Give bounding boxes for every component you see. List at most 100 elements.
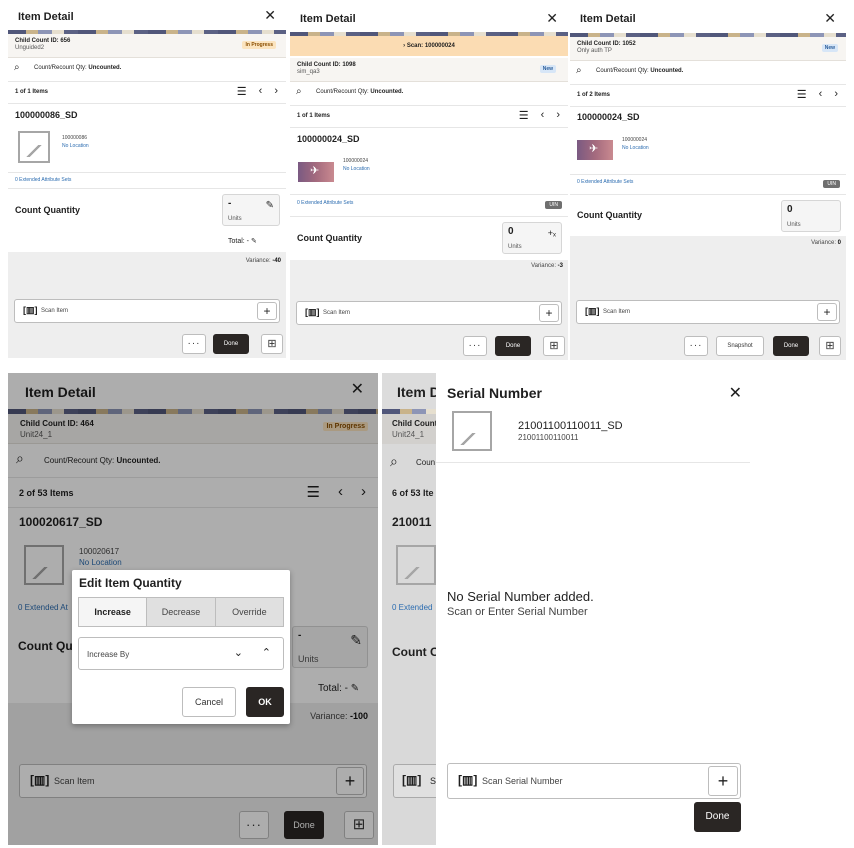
divider [290, 194, 568, 195]
add-button[interactable]: + [708, 766, 738, 796]
decrease-tab[interactable]: Decrease [146, 598, 215, 626]
search-icon: ⌕ [576, 65, 582, 76]
increment-icon[interactable]: +ₓ [548, 228, 556, 238]
item-name: 210011 [392, 515, 432, 529]
chevron-down-icon[interactable]: ⌄ [234, 646, 243, 659]
chevron-up-icon[interactable]: ⌃ [262, 646, 271, 659]
uin-tag: UIN [545, 201, 562, 209]
pencil-icon[interactable]: ✎ [251, 238, 257, 245]
list-icon[interactable]: ☰ [237, 85, 247, 98]
count-quantity-label: Count Quantity [297, 233, 362, 243]
panel-header: Item Detail ✕ [290, 4, 568, 30]
override-tab[interactable]: Override [214, 598, 283, 626]
close-icon[interactable]: ✕ [546, 11, 558, 25]
item-name: 100000024_SD [297, 134, 360, 144]
more-button[interactable]: ··· [182, 334, 206, 354]
item-name: 100000024_SD [577, 112, 640, 122]
done-button[interactable]: Done [694, 802, 741, 832]
divider [570, 194, 846, 195]
empty-state-subtitle: Scan or Enter Serial Number [447, 606, 588, 618]
child-count-band: Child Count ID: 656 Unguided2 In Progres… [8, 34, 286, 58]
status-badge: In Progress [242, 41, 276, 49]
items-count: 1 of 1 Items [297, 113, 331, 119]
scan-banner: › Scan: 100000024 [290, 36, 568, 56]
pencil-icon[interactable]: ✎ [266, 200, 274, 211]
quantity-field[interactable]: 0 Units [781, 200, 841, 232]
divider [436, 462, 750, 463]
chevron-right-icon[interactable]: › [556, 109, 560, 122]
variance-text: Variance: 0 [811, 240, 841, 246]
extended-attribute-link: 0 Extended [392, 603, 433, 612]
done-button[interactable]: Done [213, 334, 249, 354]
search-icon: ⌕ [14, 62, 20, 73]
child-count-name: Unit24_1 [392, 430, 425, 439]
quantity-value: 0 [787, 204, 793, 215]
item-location: No Location [622, 145, 649, 151]
serial-item-id: 21001100110011 [518, 433, 579, 442]
barcode-icon: [▥] [305, 307, 320, 317]
child-count-id: Child Count ID: 1098 [297, 62, 356, 68]
scan-serial-number-field[interactable]: [▥] Scan Serial Number + [447, 763, 741, 799]
increase-by-field[interactable]: Increase By ⌄ ⌃ [78, 637, 284, 670]
increase-tab[interactable]: Increase [79, 598, 147, 626]
done-button[interactable]: Done [773, 336, 809, 356]
add-button[interactable]: + [539, 304, 559, 322]
items-count: 1 of 1 Items [15, 89, 49, 95]
item-id: 100000024 [622, 137, 648, 143]
child-count-band: Child Count ID: 1098 sim_qa3 New [290, 58, 568, 82]
grid-button[interactable]: ⊞ [261, 334, 283, 354]
quantity-field[interactable]: 0 Units +ₓ [502, 222, 562, 254]
barcode-icon: [▥] [585, 306, 600, 316]
snapshot-button[interactable]: Snapshot [716, 336, 764, 356]
close-icon[interactable]: ✕ [824, 11, 836, 25]
grid-button[interactable]: ⊞ [819, 336, 841, 356]
count-status-text: Count/Recount Qty: Uncounted. [34, 65, 122, 71]
grid-button[interactable]: ⊞ [543, 336, 565, 356]
items-count: 6 of 53 Ite [392, 488, 434, 498]
done-button[interactable]: Done [495, 336, 531, 356]
extended-attribute-link[interactable]: 0 Extended Attribute Sets [577, 179, 633, 185]
search-icon: ⌕ [390, 453, 398, 469]
panel-header: Item Detail ✕ [570, 4, 846, 30]
barcode-icon: [▥] [402, 773, 422, 787]
child-count-name: Only auth TP [577, 48, 612, 54]
count-status-text: Count/Recount Qty: Uncounted. [316, 89, 404, 95]
chevron-right-icon[interactable]: › [834, 88, 838, 101]
barcode-icon: [▥] [23, 305, 38, 315]
list-icon[interactable]: ☰ [797, 88, 807, 101]
scan-item-field[interactable]: [▥] Scan Item + [296, 301, 562, 325]
add-button[interactable]: + [817, 303, 837, 321]
adjustment-type-segmented: Increase Decrease Override [78, 597, 284, 627]
panel-header: Item Detail ✕ [8, 4, 286, 30]
chevron-left-icon[interactable]: ‹ [819, 88, 823, 101]
scan-item-placeholder: Scan Item [41, 308, 69, 314]
more-button[interactable]: ··· [463, 336, 487, 356]
extended-attribute-link[interactable]: 0 Extended Attribute Sets [297, 200, 353, 206]
ok-button[interactable]: OK [246, 687, 284, 717]
item-nav-row: 1 of 1 Items ☰ ‹ › [290, 106, 568, 128]
child-count-name: sim_qa3 [297, 69, 320, 75]
chevron-right-icon[interactable]: › [274, 85, 278, 98]
quantity-field[interactable]: - Units ✎ [222, 194, 280, 226]
chevron-left-icon[interactable]: ‹ [259, 85, 263, 98]
close-icon[interactable]: ✕ [729, 383, 742, 403]
item-nav-row: 1 of 2 Items ☰ ‹ › [570, 85, 846, 107]
add-button[interactable]: + [257, 302, 277, 320]
count-status-row: ⌕ Count/Recount Qty: Uncounted. [8, 58, 286, 82]
serial-number-sheet: Serial Number ✕ 21001100110011_SD 210011… [436, 373, 750, 845]
list-icon[interactable]: ☰ [519, 109, 529, 122]
child-count-band: Child Count ID: 1052 Only auth TP New [570, 37, 846, 61]
cancel-button[interactable]: Cancel [182, 687, 236, 717]
more-button[interactable]: ··· [684, 336, 708, 356]
chevron-left-icon[interactable]: ‹ [541, 109, 545, 122]
close-icon[interactable]: ✕ [264, 8, 276, 22]
extended-attribute-link[interactable]: 0 Extended Attribute Sets [15, 177, 71, 183]
edit-item-quantity-dialog: Edit Item Quantity Increase Decrease Ove… [72, 570, 290, 724]
variance-text: Variance: -40 [245, 258, 281, 264]
divider [290, 216, 568, 217]
image-placeholder-icon [18, 131, 50, 163]
scan-item-field[interactable]: [▥] Scan Item + [14, 299, 280, 323]
scan-item-field[interactable]: [▥] Scan Item + [576, 300, 840, 324]
sheet-title: Serial Number [447, 385, 542, 401]
grid-icon: ⊞ [267, 338, 277, 350]
